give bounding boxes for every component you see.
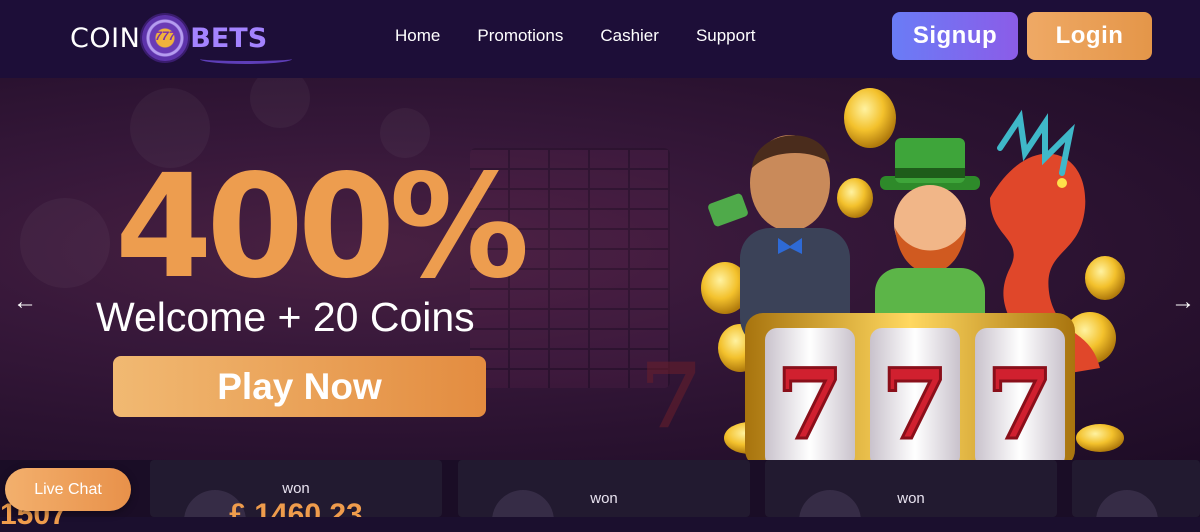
leprechaun-hat-band xyxy=(895,168,965,178)
logo-swoosh xyxy=(200,54,292,64)
arrow-right-icon[interactable]: → xyxy=(1168,288,1198,316)
arrow-left-icon[interactable]: ← xyxy=(10,288,40,316)
signup-button[interactable]: Signup xyxy=(892,12,1018,60)
coinbets-logo[interactable]: COIN 777 BETS xyxy=(70,8,292,68)
recent-wins-strip: 1507 won £ 1460.23 won won xyxy=(0,460,1200,531)
main-menu: Home Promotions Cashier Support xyxy=(395,24,755,48)
chip-label: 777 xyxy=(155,29,176,43)
win-card xyxy=(1072,460,1200,517)
casino-chip-icon: 777 xyxy=(142,15,189,61)
nav-support[interactable]: Support xyxy=(696,24,756,48)
gold-coin xyxy=(1076,424,1124,452)
win-amount: £ 1460.23 xyxy=(229,498,363,517)
cash-bundle xyxy=(708,193,748,227)
live-chat-button[interactable]: Live Chat xyxy=(5,468,131,511)
win-card: won xyxy=(458,460,750,517)
play-now-button[interactable]: Play Now xyxy=(113,356,486,417)
casino-characters-illustration: 7 7 7 xyxy=(701,88,1125,460)
nav-cashier[interactable]: Cashier xyxy=(600,24,659,48)
slot-seven: 7 xyxy=(777,348,844,460)
win-label: won xyxy=(282,480,310,497)
nav-promotions[interactable]: Promotions xyxy=(477,24,563,48)
logo-text-coin: COIN xyxy=(70,22,141,54)
win-label: won xyxy=(590,490,618,507)
bokeh-light xyxy=(250,78,310,128)
slot-seven: 7 xyxy=(882,348,949,460)
win-card: won £ 1460.23 xyxy=(150,460,442,517)
avatar xyxy=(1096,490,1158,517)
gold-coin xyxy=(1085,256,1125,300)
win-card: won xyxy=(765,460,1057,517)
slot-seven: 7 xyxy=(987,348,1054,460)
hero-banner: 7 400% Welcome + 20 Coins Play Now ← → 7… xyxy=(0,78,1200,460)
bokeh-light xyxy=(20,198,110,288)
logo-text-bets: BETS xyxy=(190,22,268,54)
bonus-percentage: 400% xyxy=(115,144,530,311)
gold-coin xyxy=(844,88,896,148)
win-label: won xyxy=(897,490,925,507)
nav-home[interactable]: Home xyxy=(395,24,440,48)
top-navbar: COIN 777 BETS Home Promotions Cashier Su… xyxy=(0,0,1200,78)
dragon-eye xyxy=(1057,178,1067,188)
login-button[interactable]: Login xyxy=(1027,12,1152,60)
gold-coin xyxy=(837,178,873,218)
welcome-offer-text: Welcome + 20 Coins xyxy=(96,294,475,340)
